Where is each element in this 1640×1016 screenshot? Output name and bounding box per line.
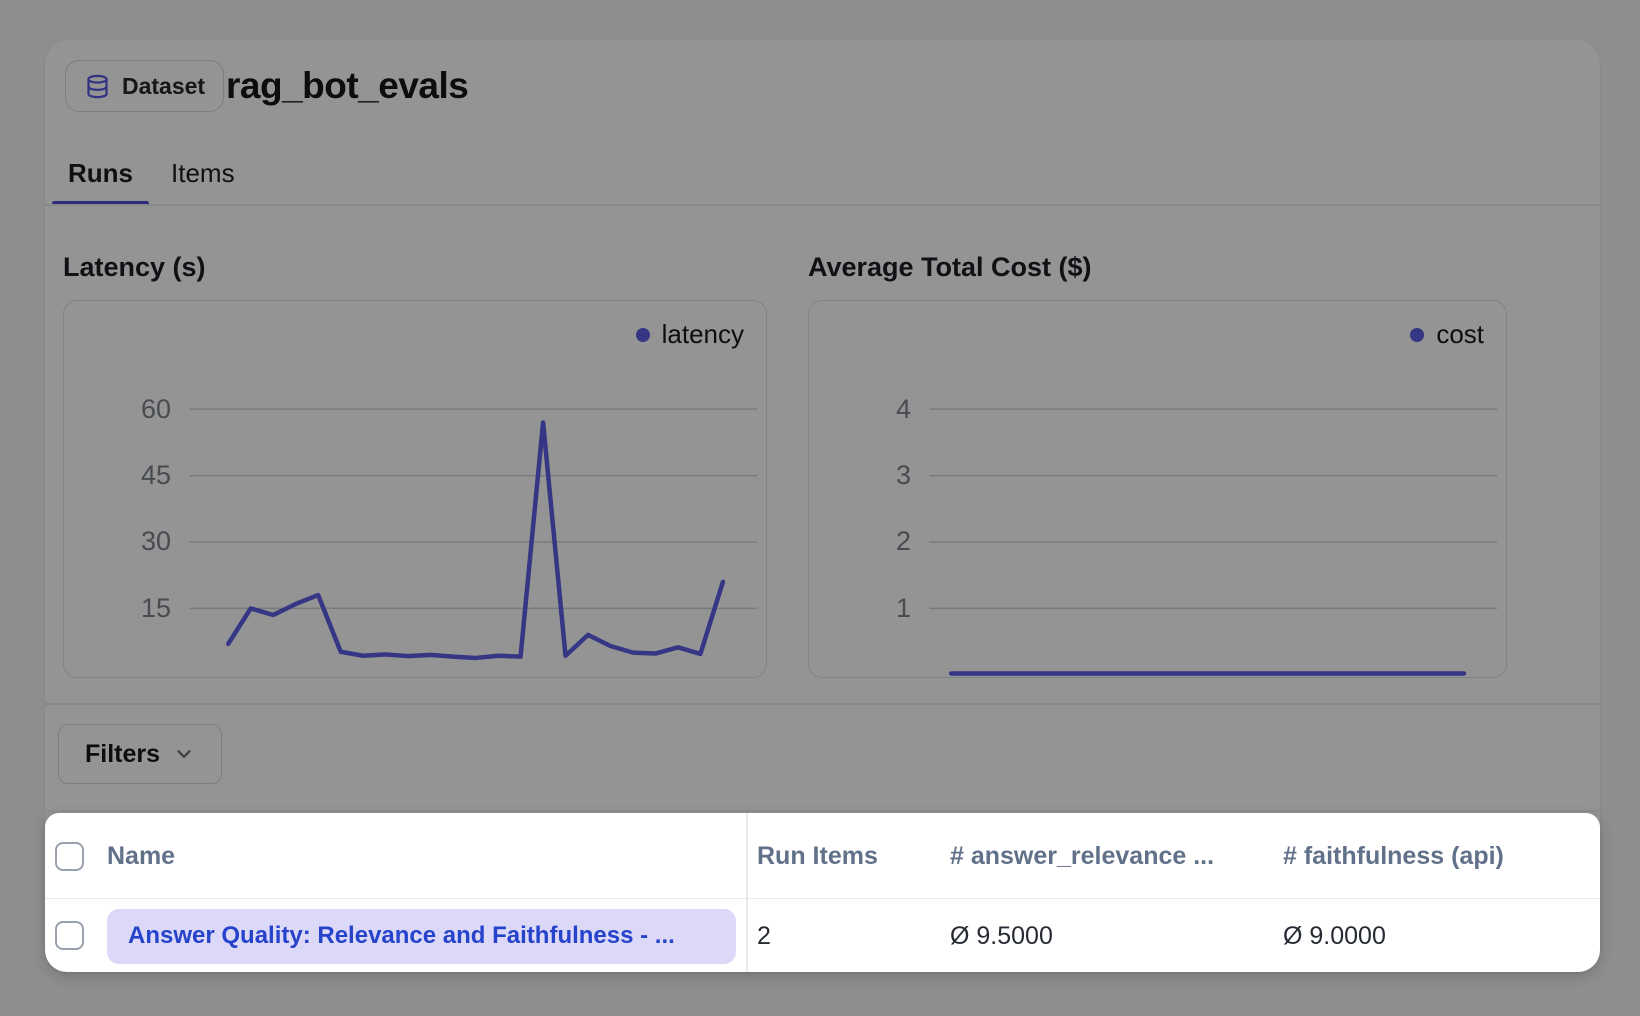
select-all-checkbox[interactable] [55,842,84,871]
cost-chart-group: Average Total Cost ($) cost 1 2 3 4 [808,252,1507,678]
row-checkbox[interactable] [55,921,84,950]
table-row[interactable]: Answer Quality: Relevance and Faithfulne… [45,901,1600,972]
y-axis-tick: 3 [809,458,911,492]
chart-title-cost: Average Total Cost ($) [808,252,1507,284]
page-title: rag_bot_evals [226,60,468,112]
answer-relevance-cell: Ø 9.5000 [950,901,1053,972]
chevron-down-icon [173,743,195,765]
y-axis-tick: 60 [64,392,171,426]
latency-chart-group: Latency (s) latency 15 30 45 60 [63,252,767,678]
run-items-cell: 2 [757,901,771,972]
table-top-divider [45,810,1600,812]
section-divider [45,703,1600,705]
legend-label: latency [662,319,744,350]
y-axis-tick: 4 [809,392,911,426]
legend-dot-icon [636,328,650,342]
faithfulness-cell: Ø 9.0000 [1283,901,1386,972]
dataset-badge: Dataset [65,60,224,112]
y-axis-tick: 1 [809,591,911,625]
y-axis-tick: 15 [64,591,171,625]
badge-label: Dataset [122,73,205,100]
column-header-faithfulness[interactable]: # faithfulness (api) [1283,813,1504,899]
tabs-divider [45,204,1600,206]
filters-label: Filters [85,740,160,769]
y-axis-tick: 45 [64,458,171,492]
cost-legend: cost [1410,319,1484,350]
charts-section: Latency (s) latency 15 30 45 60 Average Tot… [63,252,1582,682]
tab-items[interactable]: Items [155,142,251,204]
chart-title-latency: Latency (s) [63,252,767,284]
legend-dot-icon [1410,328,1424,342]
y-axis-tick: 2 [809,524,911,558]
latency-legend: latency [636,319,744,350]
y-axis-tick: 30 [64,524,171,558]
database-icon [84,73,111,100]
table-header-row: Name Run Items # answer_relevance ... # … [45,813,1600,899]
legend-label: cost [1436,319,1484,350]
column-header-answer-relevance[interactable]: # answer_relevance ... [950,813,1214,899]
cost-chart-svg [809,301,1506,677]
main-card: Dataset rag_bot_evals Runs Items Latency… [45,40,1600,972]
latency-chart-card: latency 15 30 45 60 [63,300,767,678]
column-header-name[interactable]: Name [107,813,175,899]
page-background: Dataset rag_bot_evals Runs Items Latency… [0,0,1640,1016]
tab-bar: Runs Items [52,142,251,204]
filters-button[interactable]: Filters [58,724,222,784]
column-header-run-items[interactable]: Run Items [757,813,878,899]
run-name-link[interactable]: Answer Quality: Relevance and Faithfulne… [107,909,736,964]
cost-chart-card: cost 1 2 3 4 [808,300,1507,678]
tab-runs[interactable]: Runs [52,142,149,204]
runs-table-panel: Name Run Items # answer_relevance ... # … [45,813,1600,972]
